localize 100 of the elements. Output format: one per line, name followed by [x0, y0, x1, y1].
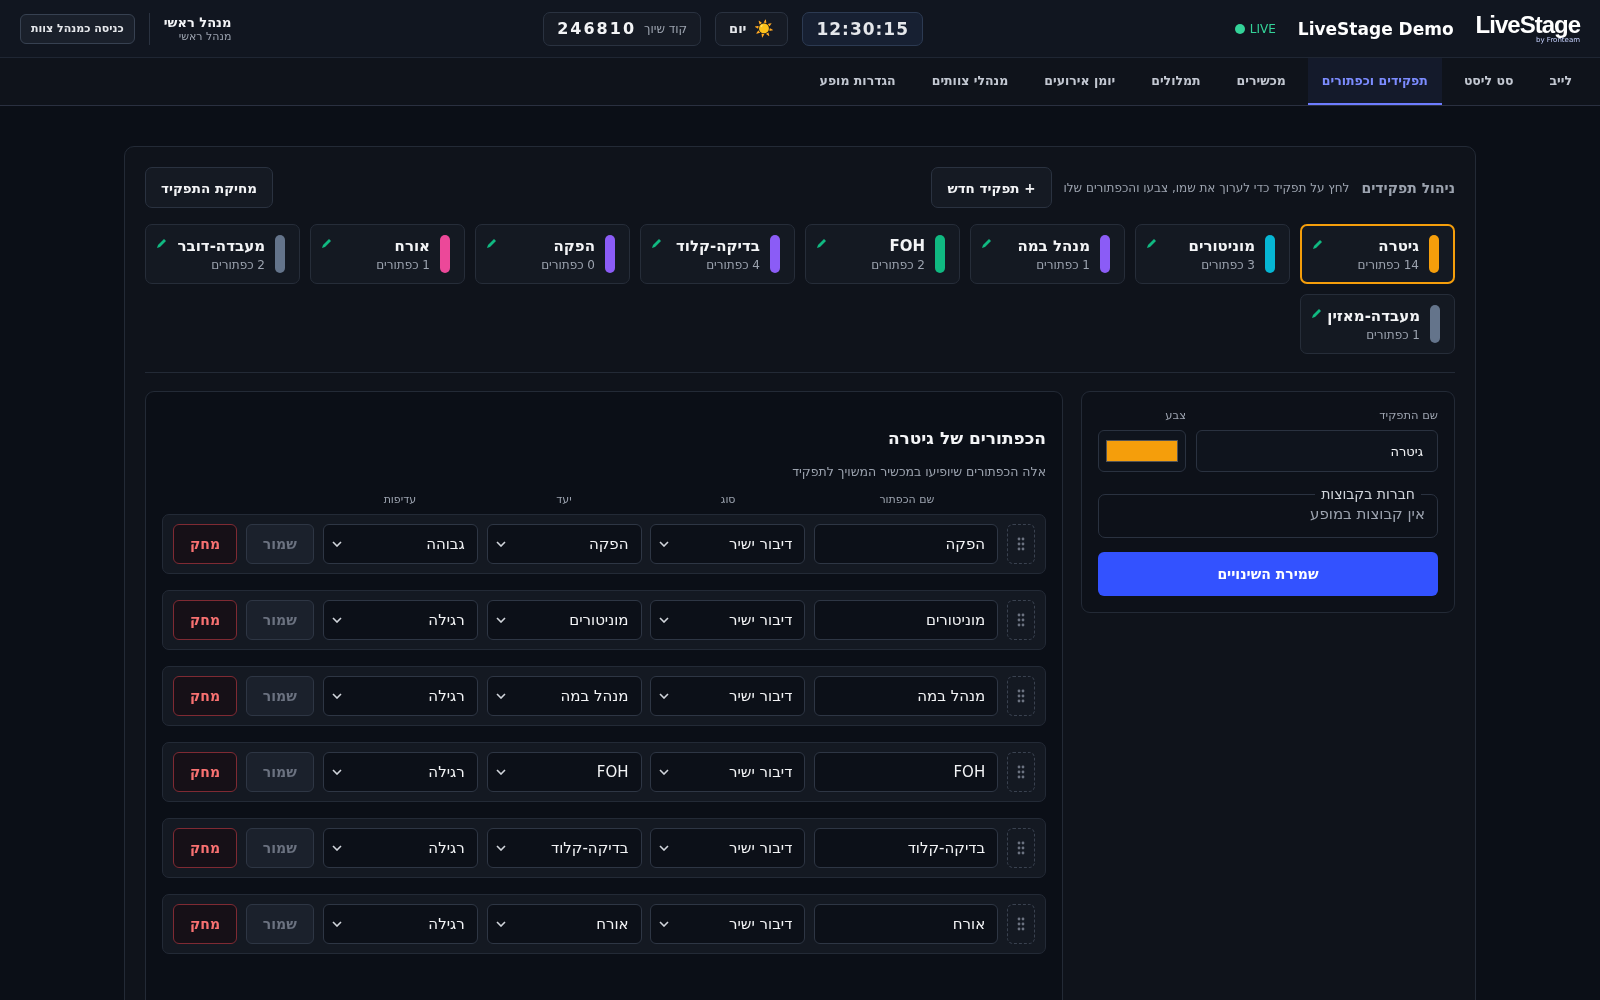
- type-select[interactable]: דיבור ישיר: [650, 524, 806, 564]
- priority-select[interactable]: רגילה: [322, 752, 478, 792]
- drag-handle-icon[interactable]: [1007, 600, 1035, 640]
- chevron-down-icon: [331, 769, 342, 775]
- button-count: 0 כפתורים: [541, 257, 595, 272]
- role-card[interactable]: אורח 1 כפתורים: [310, 224, 465, 284]
- chevron-down-icon: [659, 617, 670, 623]
- role-card[interactable]: בדיקה-קלוד 4 כפתורים: [640, 224, 795, 284]
- role-name-field[interactable]: גיטרה: [1196, 430, 1438, 472]
- target-select[interactable]: FOH: [486, 752, 642, 792]
- type-select[interactable]: דיבור ישיר: [650, 904, 806, 944]
- button-name-field[interactable]: אורח: [814, 904, 999, 944]
- groups-legend: חברות בקבוצות: [1315, 486, 1421, 502]
- button-name-field[interactable]: הפקה: [814, 524, 999, 564]
- tab[interactable]: לייב: [1535, 58, 1586, 105]
- type-select[interactable]: דיבור ישיר: [650, 752, 806, 792]
- chevron-down-icon: [495, 617, 506, 623]
- drag-handle-icon[interactable]: [1007, 752, 1035, 792]
- button-count: 1 כפתורים: [1365, 327, 1420, 342]
- drag-handle-icon[interactable]: [1007, 904, 1035, 944]
- chevron-down-icon: [331, 541, 342, 547]
- button-count: 2 כפתורים: [210, 257, 265, 272]
- empty-groups-text: אין קבוצות במופע: [1310, 505, 1425, 523]
- priority-select[interactable]: רגילה: [322, 904, 478, 944]
- enter-as-team-manager-button[interactable]: כניסה כמנהל צוות: [20, 13, 135, 44]
- role-card[interactable]: מנהל במה 1 כפתורים: [970, 224, 1125, 284]
- chevron-down-icon: [331, 921, 342, 927]
- priority-select[interactable]: גבוהה: [322, 524, 478, 564]
- delete-button[interactable]: מחק: [173, 904, 238, 944]
- chevron-down-icon: [495, 769, 506, 775]
- button-count: 2 כפתורים: [871, 257, 925, 272]
- pencil-icon: [981, 237, 993, 249]
- clock: 12:30:15: [802, 11, 923, 46]
- tab[interactable]: תמלולים: [1137, 58, 1215, 105]
- save-changes-button[interactable]: שמירת השינויים: [1098, 552, 1438, 596]
- chevron-down-icon: [495, 921, 506, 927]
- drag-handle-icon[interactable]: [1007, 524, 1035, 564]
- button-count: 4 כפתורים: [705, 257, 760, 272]
- type-select[interactable]: דיבור ישיר: [650, 600, 806, 640]
- priority-select[interactable]: רגילה: [322, 600, 478, 640]
- buttons-subtitle: אלה הכפתורים שיופיעו במכשיר המשויך לתפקיד: [791, 464, 1046, 479]
- user-name: מנהל ראשי: [163, 14, 232, 30]
- tab[interactable]: יומן אירועים: [1030, 58, 1130, 105]
- role-name: מעבדה-מאזין: [1327, 306, 1420, 325]
- button-count: 1 כפתורים: [1035, 257, 1090, 272]
- drag-handle-icon[interactable]: [1007, 676, 1035, 716]
- role-card[interactable]: מעבדה-דובר 2 כפתורים: [145, 224, 300, 284]
- type-select[interactable]: דיבור ישיר: [650, 828, 806, 868]
- type-select[interactable]: דיבור ישיר: [650, 676, 806, 716]
- delete-button[interactable]: מחק: [173, 524, 238, 564]
- role-name: מוניטורים: [1188, 236, 1255, 255]
- panel-title: ניהול תפקידים: [1361, 179, 1455, 196]
- drag-handle-icon[interactable]: [1007, 828, 1035, 868]
- new-role-button[interactable]: + תפקיד חדש: [931, 167, 1052, 208]
- button-count: 3 כפתורים: [1200, 257, 1255, 272]
- chevron-down-icon: [331, 693, 342, 699]
- role-name: מעבדה-דובר: [177, 236, 265, 255]
- day-mode-toggle[interactable]: ☀ יום: [715, 11, 789, 46]
- delete-button[interactable]: מחק: [173, 752, 238, 792]
- pencil-icon: [321, 237, 333, 249]
- tab[interactable]: תפקידים וכפתורים: [1307, 58, 1442, 105]
- color-picker[interactable]: [1098, 430, 1186, 472]
- tab[interactable]: מנהלי צוותים: [917, 58, 1023, 105]
- role-name: הפקה: [552, 236, 595, 255]
- role-card[interactable]: גיטרה 14 כפתורים: [1300, 224, 1455, 284]
- target-select[interactable]: בדיקה-קלוד: [486, 828, 642, 868]
- pencil-icon: [156, 237, 168, 249]
- pencil-icon: [1146, 237, 1158, 249]
- button-name-field[interactable]: בדיקה-קלוד: [814, 828, 999, 868]
- delete-button[interactable]: מחק: [173, 828, 238, 868]
- chevron-down-icon: [659, 693, 670, 699]
- target-select[interactable]: הפקה: [486, 524, 642, 564]
- field-label: שם התפקיד: [1378, 408, 1438, 422]
- delete-button[interactable]: מחק: [173, 676, 238, 716]
- tab[interactable]: מכשירים: [1222, 58, 1300, 105]
- button-count: 14 כפתורים: [1357, 257, 1419, 272]
- role-card[interactable]: מעבדה-מאזין 1 כפתורים: [1300, 294, 1455, 354]
- target-select[interactable]: מוניטורים: [486, 600, 642, 640]
- delete-button[interactable]: מחק: [173, 600, 238, 640]
- tab[interactable]: סט ליסט: [1449, 58, 1528, 105]
- button-name-field[interactable]: מוניטורים: [814, 600, 999, 640]
- button-name-field[interactable]: FOH: [814, 752, 999, 792]
- chevron-down-icon: [495, 541, 506, 547]
- role-name: מנהל במה: [1017, 236, 1090, 255]
- priority-select[interactable]: רגילה: [322, 828, 478, 868]
- column-header: סוג: [719, 493, 737, 506]
- target-select[interactable]: אורח: [486, 904, 642, 944]
- button-name-field[interactable]: מנהל במה: [814, 676, 999, 716]
- field-label: צבע: [1164, 408, 1186, 422]
- priority-select[interactable]: רגילה: [322, 676, 478, 716]
- role-card[interactable]: הפקה 0 כפתורים: [475, 224, 630, 284]
- role-name: אורח: [393, 236, 430, 255]
- delete-role-button[interactable]: מחיקת התפקיד: [145, 167, 274, 208]
- column-header: שם הכפתור: [878, 493, 936, 506]
- chevron-down-icon: [331, 617, 342, 623]
- tab[interactable]: הגדרות מופע: [805, 58, 910, 105]
- role-card[interactable]: מוניטורים 3 כפתורים: [1135, 224, 1290, 284]
- live-dot-icon: [1234, 23, 1245, 34]
- target-select[interactable]: מנהל במה: [486, 676, 642, 716]
- role-name: FOH: [888, 236, 925, 255]
